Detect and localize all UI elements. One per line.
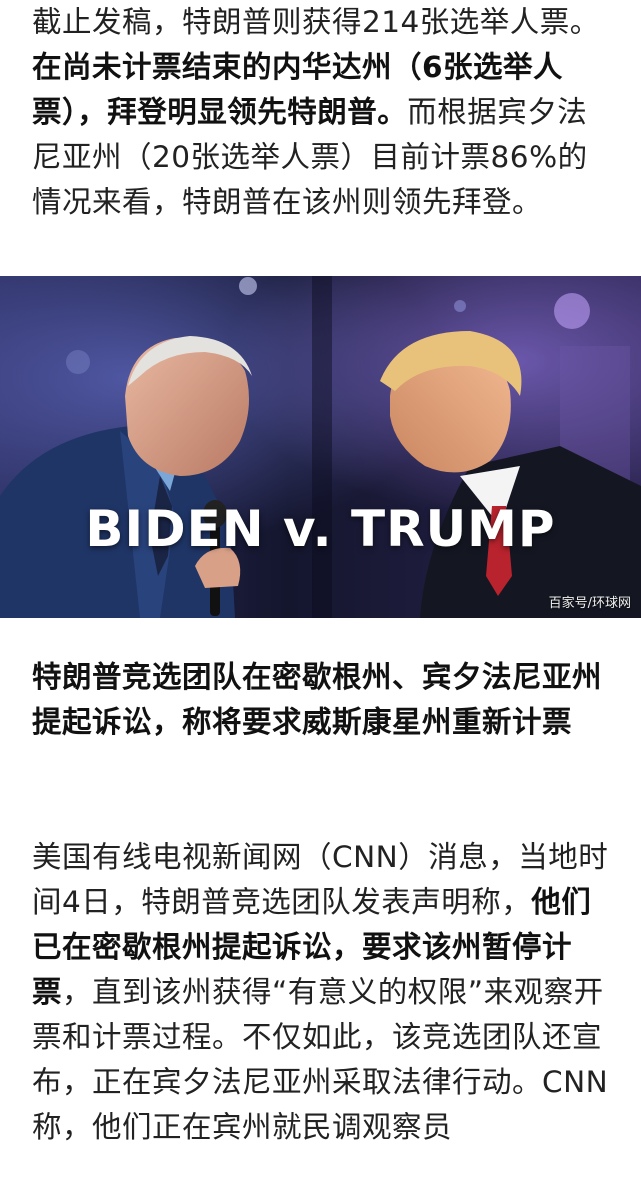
section-heading: 特朗普竞选团队在密歇根州、宾夕法尼亚州提起诉讼，称将要求威斯康星州重新计票 xyxy=(32,660,603,739)
body-paragraph: 美国有线电视新闻网（CNN）消息，当地时间4日，特朗普竞选团队发表声明称，他们已… xyxy=(0,835,641,1150)
intro-paragraph: 截止发稿，特朗普则获得214张选举人票。在尚未计票结束的内华达州（6张选举人票）… xyxy=(0,0,641,225)
image-title-text: BIDEN v. TRUMP xyxy=(85,500,556,558)
body-tail-text: ，直到该州获得“有意义的权限”来观察开票和计票过程。不仅如此，该竞选团队还宣布，… xyxy=(32,975,609,1144)
body-lead-text: 美国有线电视新闻网（CNN）消息，当地时间4日，特朗普竞选团队发表声明称， xyxy=(32,840,609,919)
article-image xyxy=(0,276,641,618)
image-credit-text: 百家号/环球网 xyxy=(548,596,631,611)
intro-lead-text: 截止发稿，特朗普则获得214张选举人票。 xyxy=(32,5,600,39)
debate-photo-illustration xyxy=(0,276,641,618)
